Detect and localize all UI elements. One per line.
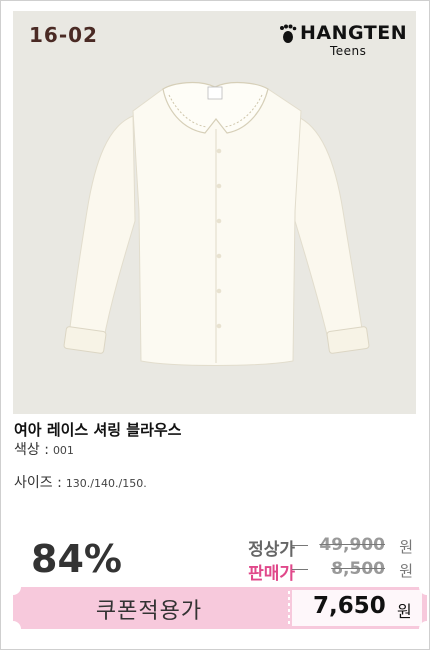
- currency-unit: 원: [399, 538, 413, 556]
- regular-price-row: 정상가 49,900 원: [213, 535, 413, 560]
- product-size: 사이즈 :130./140./150.: [14, 472, 147, 492]
- coupon-currency-unit: 원: [397, 602, 412, 621]
- color-value: 001: [52, 444, 74, 457]
- brand-sub: Teens: [330, 44, 367, 58]
- footprint-icon: [280, 24, 297, 43]
- regular-price-value: 49,900: [319, 535, 385, 555]
- sale-price-value: 8,500: [331, 559, 385, 579]
- sale-price-label: 판매가: [248, 564, 295, 584]
- sale-price-row: 판매가 8,500 원: [213, 559, 413, 584]
- product-name[interactable]: 여아 레이스 셔링 블라우스: [14, 419, 181, 440]
- size-label: 사이즈 :: [14, 475, 62, 491]
- strike-line: [292, 545, 308, 546]
- product-image[interactable]: 16-02 HANGTEN Teens: [13, 11, 416, 414]
- strike-line: [292, 569, 308, 570]
- product-code: 16-02: [29, 23, 98, 47]
- brand-logo: HANGTEN Teens: [278, 20, 408, 60]
- discount-rate: 84%: [31, 537, 122, 581]
- product-card[interactable]: 16-02 HANGTEN Teens 여아 레이스 셔링 블라우스 색상 :0…: [0, 0, 430, 650]
- coupon-price-banner[interactable]: 쿠폰적용가 7,650 원: [13, 587, 427, 629]
- product-color: 색상 :001: [14, 439, 74, 459]
- coupon-price-value: 7,650: [313, 593, 386, 619]
- regular-price-label: 정상가: [248, 540, 295, 560]
- currency-unit: 원: [399, 562, 413, 580]
- blouse-illustration: [63, 81, 370, 366]
- brand-name: HANGTEN: [300, 22, 408, 44]
- size-value: 130./140./150.: [65, 477, 147, 490]
- coupon-label: 쿠폰적용가: [95, 599, 203, 624]
- color-label: 색상 :: [14, 442, 49, 458]
